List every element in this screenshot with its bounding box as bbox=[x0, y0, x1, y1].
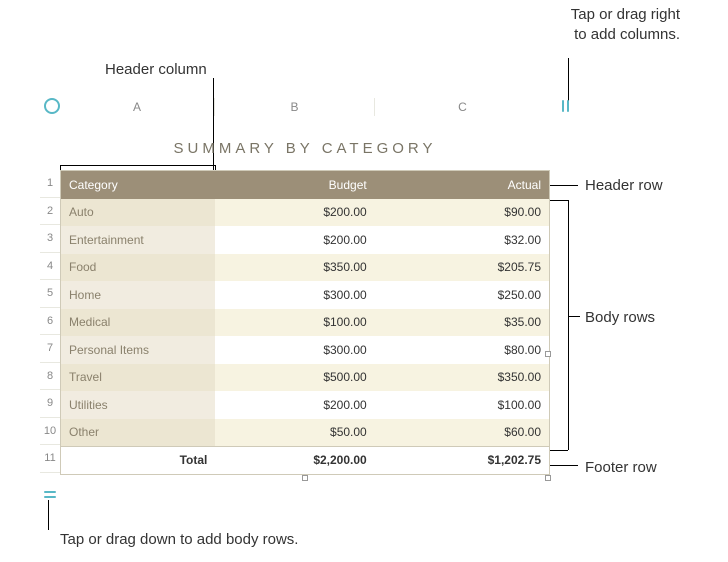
cell-budget[interactable]: $200.00 bbox=[215, 226, 374, 254]
column-label-b[interactable]: B bbox=[215, 98, 375, 116]
callout-line bbox=[548, 185, 578, 186]
cell-budget[interactable]: $100.00 bbox=[215, 309, 374, 337]
cell-category[interactable]: Home bbox=[61, 281, 215, 309]
cell-actual[interactable]: $100.00 bbox=[375, 391, 549, 419]
table-grid: Category Budget Actual Auto $200.00 $90.… bbox=[60, 170, 550, 475]
column-labels: A B C bbox=[60, 98, 550, 116]
callout-line bbox=[568, 200, 569, 450]
callout-line bbox=[568, 316, 580, 317]
row-label[interactable]: 8 bbox=[40, 363, 60, 391]
table-title[interactable]: SUMMARY BY CATEGORY bbox=[60, 140, 550, 157]
cell-category[interactable]: Other bbox=[61, 419, 215, 447]
table-row[interactable]: Food $350.00 $205.75 bbox=[61, 254, 549, 282]
cell-actual[interactable]: $35.00 bbox=[375, 309, 549, 337]
table-row[interactable]: Utilities $200.00 $100.00 bbox=[61, 391, 549, 419]
selection-handle[interactable] bbox=[302, 475, 308, 481]
cell-actual[interactable]: $60.00 bbox=[375, 419, 549, 447]
table-row[interactable]: Home $300.00 $250.00 bbox=[61, 281, 549, 309]
row-label[interactable]: 11 bbox=[40, 445, 60, 473]
column-label-c[interactable]: C bbox=[375, 98, 550, 116]
row-label[interactable]: 6 bbox=[40, 308, 60, 336]
row-label[interactable]: 4 bbox=[40, 253, 60, 281]
cell-actual[interactable]: $205.75 bbox=[375, 254, 549, 282]
table-row[interactable]: Entertainment $200.00 $32.00 bbox=[61, 226, 549, 254]
annotation-footer-row: Footer row bbox=[585, 458, 657, 478]
annotation-add-columns: Tap or drag right to add columns. bbox=[570, 5, 680, 44]
cell-budget[interactable]: $350.00 bbox=[215, 254, 374, 282]
table-row[interactable]: Personal Items $300.00 $80.00 bbox=[61, 336, 549, 364]
table-footer-row[interactable]: Total $2,200.00 $1,202.75 bbox=[61, 446, 549, 474]
callout-line bbox=[48, 500, 49, 530]
footer-budget[interactable]: $2,200.00 bbox=[215, 447, 374, 474]
row-label[interactable]: 1 bbox=[40, 170, 60, 198]
cell-category[interactable]: Utilities bbox=[61, 391, 215, 419]
row-label[interactable]: 2 bbox=[40, 198, 60, 226]
table-row[interactable]: Other $50.00 $60.00 bbox=[61, 419, 549, 447]
footer-actual[interactable]: $1,202.75 bbox=[375, 447, 549, 474]
cell-budget[interactable]: $300.00 bbox=[215, 336, 374, 364]
selection-handle[interactable] bbox=[545, 475, 551, 481]
row-label[interactable]: 7 bbox=[40, 335, 60, 363]
cell-budget[interactable]: $500.00 bbox=[215, 364, 374, 392]
header-cell-budget[interactable]: Budget bbox=[215, 171, 374, 199]
cell-category[interactable]: Travel bbox=[61, 364, 215, 392]
cell-actual[interactable]: $90.00 bbox=[375, 199, 549, 227]
cell-budget[interactable]: $300.00 bbox=[215, 281, 374, 309]
table-select-handle[interactable] bbox=[44, 98, 60, 114]
cell-budget[interactable]: $200.00 bbox=[215, 199, 374, 227]
footer-label[interactable]: Total bbox=[61, 447, 215, 474]
table-header-row[interactable]: Category Budget Actual bbox=[61, 171, 549, 199]
header-cell-actual[interactable]: Actual bbox=[375, 171, 549, 199]
annotation-body-rows: Body rows bbox=[585, 308, 655, 328]
annotation-header-row: Header row bbox=[585, 176, 663, 196]
cell-category[interactable]: Food bbox=[61, 254, 215, 282]
callout-line bbox=[548, 450, 568, 451]
cell-actual[interactable]: $250.00 bbox=[375, 281, 549, 309]
table-row[interactable]: Medical $100.00 $35.00 bbox=[61, 309, 549, 337]
row-label[interactable]: 5 bbox=[40, 280, 60, 308]
row-label[interactable]: 10 bbox=[40, 418, 60, 446]
cell-category[interactable]: Auto bbox=[61, 199, 215, 227]
add-column-handle[interactable] bbox=[558, 98, 572, 114]
table-row[interactable]: Travel $500.00 $350.00 bbox=[61, 364, 549, 392]
row-label[interactable]: 3 bbox=[40, 225, 60, 253]
cell-category[interactable]: Personal Items bbox=[61, 336, 215, 364]
cell-category[interactable]: Medical bbox=[61, 309, 215, 337]
add-row-handle[interactable] bbox=[42, 487, 58, 501]
cell-actual[interactable]: $350.00 bbox=[375, 364, 549, 392]
annotation-header-column: Header column bbox=[105, 60, 207, 80]
cell-category[interactable]: Entertainment bbox=[61, 226, 215, 254]
cell-budget[interactable]: $200.00 bbox=[215, 391, 374, 419]
column-label-a[interactable]: A bbox=[60, 98, 215, 116]
cell-budget[interactable]: $50.00 bbox=[215, 419, 374, 447]
table-row[interactable]: Auto $200.00 $90.00 bbox=[61, 199, 549, 227]
header-cell-category[interactable]: Category bbox=[61, 171, 215, 199]
cell-actual[interactable]: $80.00 bbox=[375, 336, 549, 364]
row-label[interactable]: 9 bbox=[40, 390, 60, 418]
callout-line bbox=[548, 465, 578, 466]
selection-handle[interactable] bbox=[545, 351, 551, 357]
row-labels: 1 2 3 4 5 6 7 8 9 10 11 bbox=[40, 170, 60, 473]
cell-actual[interactable]: $32.00 bbox=[375, 226, 549, 254]
callout-line bbox=[548, 200, 568, 201]
annotation-add-rows: Tap or drag down to add body rows. bbox=[60, 530, 298, 550]
